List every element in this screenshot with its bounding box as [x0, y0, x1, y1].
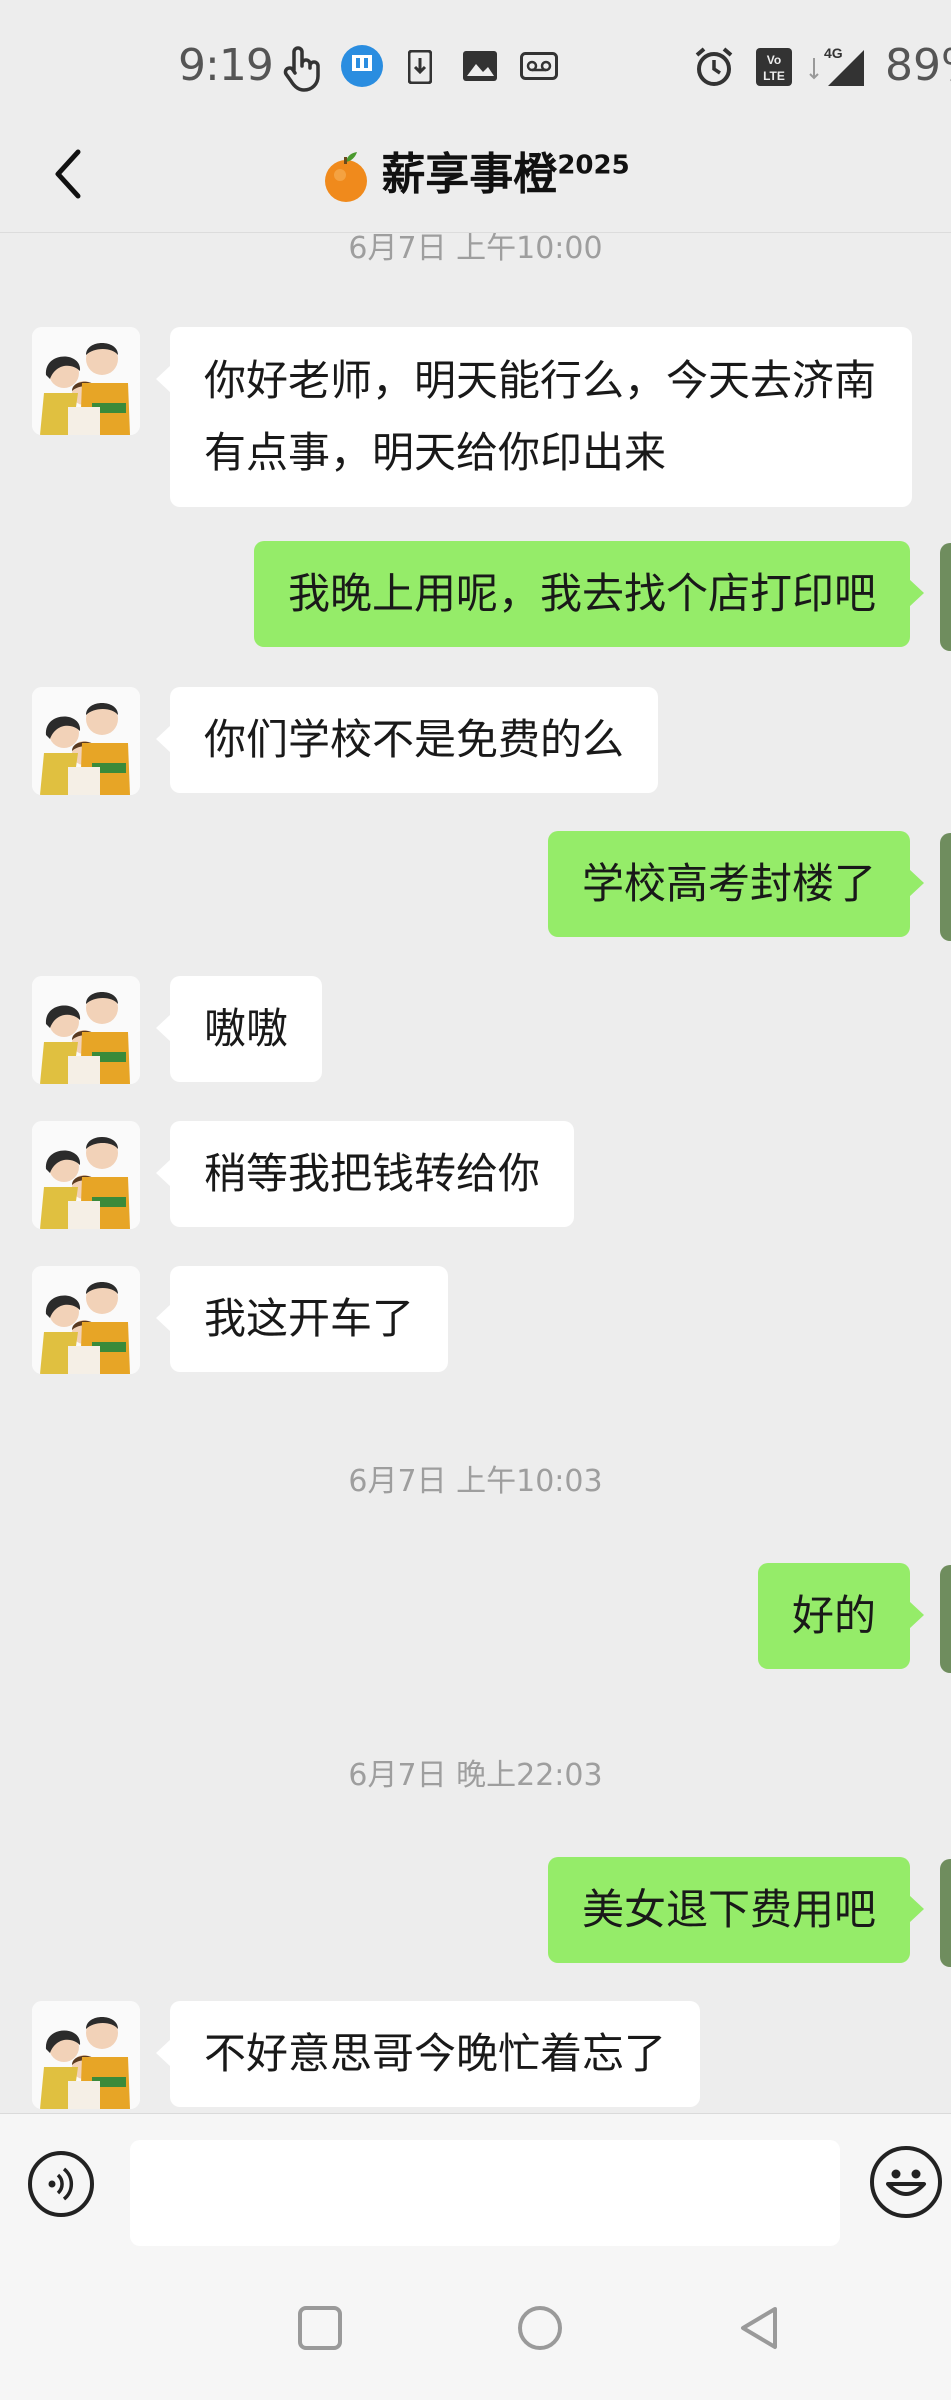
download-icon — [408, 50, 432, 84]
message-bubble-received[interactable]: 你好老师，明天能行么，今天去济南有点事，明天给你印出来 — [156, 327, 912, 507]
message-bubble-sent[interactable]: 美女退下费用吧 — [547, 1857, 925, 1963]
contact-avatar[interactable] — [32, 327, 140, 435]
message-bubble-received[interactable]: 我这开车了 — [155, 1266, 449, 1372]
signal-icon: 4G — [809, 45, 864, 86]
family-avatar-icon — [32, 2001, 140, 2109]
chat-title-suffix: 2025 — [557, 150, 630, 181]
timestamp: 6月7日 上午10:00 — [348, 233, 603, 266]
my-avatar[interactable] — [940, 1565, 951, 1673]
message-input[interactable] — [130, 2140, 840, 2246]
family-avatar-icon — [32, 327, 140, 435]
status-time: 9:19 — [178, 40, 274, 91]
voice-button[interactable] — [28, 2151, 94, 2217]
message-bubble-sent[interactable]: 学校高考封楼了 — [547, 831, 925, 937]
contact-avatar[interactable] — [32, 2001, 140, 2109]
app-badge-icon — [341, 45, 383, 87]
emoji-icon — [886, 2169, 926, 2196]
contact-avatar[interactable] — [32, 1266, 140, 1374]
family-avatar-icon — [32, 1266, 140, 1374]
orange-emoji-icon — [325, 152, 368, 202]
status-bar: 9:19 Vo LTE 4G 89% — [0, 0, 951, 140]
svg-text:LTE: LTE — [763, 69, 785, 83]
tape-icon — [520, 52, 558, 80]
message-bubble-sent[interactable]: 我晚上用呢，我去找个店打印吧 — [253, 541, 925, 647]
message-bubble-received[interactable]: 稍等我把钱转给你 — [155, 1121, 575, 1227]
chat-title[interactable]: 薪享事橙2025 — [0, 138, 951, 204]
my-avatar[interactable] — [940, 1859, 951, 1967]
message-list[interactable]: 6月7日 上午10:00 你好老师，明天能行么，今天去济南有点事，明天给你印出来… — [0, 233, 951, 2113]
back-triangle-icon[interactable] — [735, 2303, 785, 2353]
timestamp: 6月7日 上午10:03 — [348, 1464, 603, 1499]
message-bubble-received[interactable]: 不好意思哥今晚忙着忘了 — [155, 2001, 701, 2107]
contact-avatar[interactable] — [32, 1121, 140, 1229]
message-bubble-sent[interactable]: 好的 — [757, 1563, 925, 1669]
recent-apps-icon[interactable] — [295, 2303, 345, 2353]
battery-level: 89% — [885, 40, 951, 91]
alarm-icon — [695, 47, 733, 86]
input-bar — [0, 2113, 951, 2254]
chat-title-text: 薪享事橙 — [381, 149, 558, 200]
timestamp: 6月7日 晚上22:03 — [348, 1758, 603, 1793]
volte-icon: Vo LTE — [756, 48, 792, 86]
message-bubble-received[interactable]: 嗷嗷 — [155, 976, 323, 1082]
image-icon — [463, 51, 497, 81]
voice-icon — [48, 2167, 74, 2201]
contact-avatar[interactable] — [32, 687, 140, 795]
family-avatar-icon — [32, 1121, 140, 1229]
my-avatar[interactable] — [940, 543, 951, 651]
svg-text:Vo: Vo — [767, 53, 781, 67]
family-avatar-icon — [32, 687, 140, 795]
home-icon[interactable] — [515, 2303, 565, 2353]
message-bubble-received[interactable]: 你们学校不是免费的么 — [155, 687, 659, 793]
system-navigation-bar — [0, 2253, 951, 2400]
chat-header: 薪享事橙2025 — [0, 120, 951, 233]
network-type-label: 4G — [824, 45, 843, 61]
contact-avatar[interactable] — [32, 976, 140, 1084]
hand-touch-icon — [283, 46, 320, 92]
family-avatar-icon — [32, 976, 140, 1084]
emoji-button[interactable] — [870, 2146, 942, 2218]
my-avatar[interactable] — [940, 833, 951, 941]
